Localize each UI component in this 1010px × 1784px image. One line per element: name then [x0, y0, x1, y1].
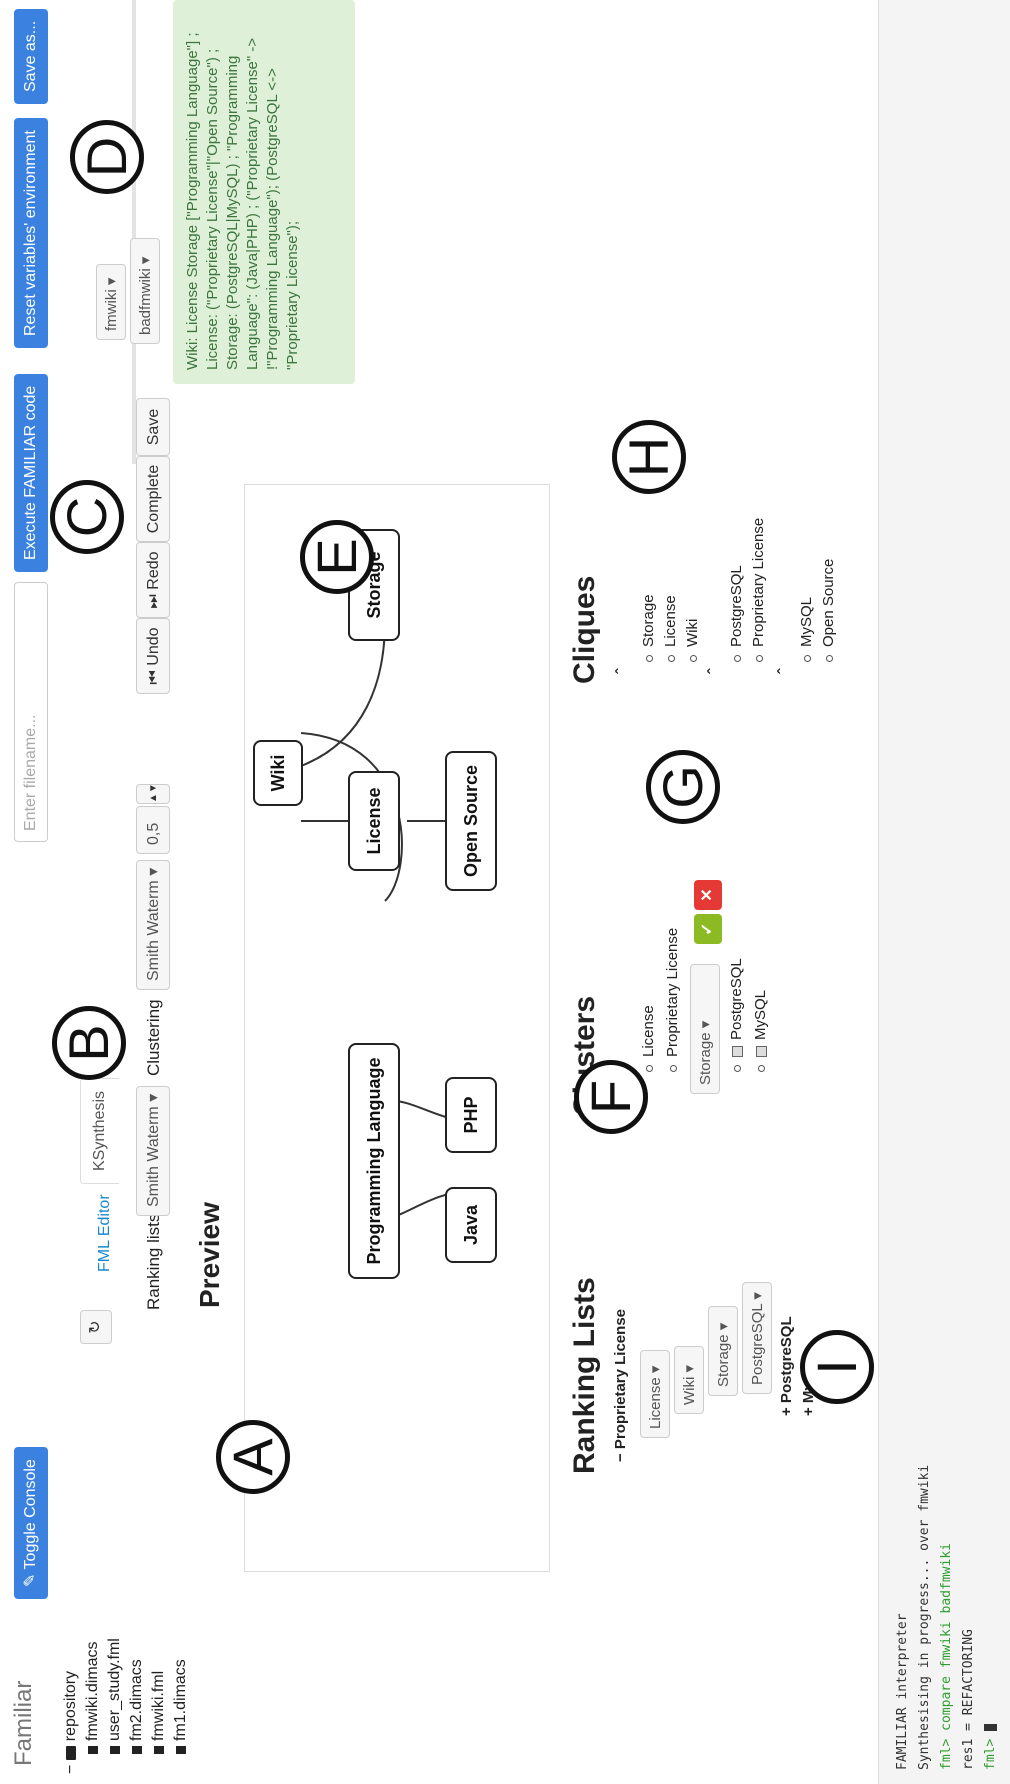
tree-file[interactable]: fmwiki.dimacs [84, 1641, 102, 1754]
app-window: Familiar ✎ Toggle Console Enter filename… [0, 0, 1010, 1784]
feature-model-info: Wiki: License Storage ["Programming Lang… [173, 0, 355, 384]
file-icon [109, 1746, 120, 1754]
threshold-input[interactable]: 0,5 [136, 806, 170, 854]
clique-item: PostgreSQL [728, 565, 745, 662]
clique-item: License [662, 595, 679, 662]
top-navbar: Familiar ✎ Toggle Console Enter filename… [0, 0, 50, 1784]
node-license[interactable]: License [348, 771, 400, 871]
annotation-a: A [216, 1420, 290, 1494]
annotation-i: I [800, 1330, 874, 1404]
refresh-icon: ↻ [87, 1320, 104, 1334]
clustering-label: Clustering [144, 999, 163, 1076]
cluster-check-mysql[interactable]: MySQL [752, 990, 769, 1072]
app-brand[interactable]: Familiar [10, 1681, 38, 1766]
toggle-console-button[interactable]: ✎ Toggle Console [14, 1447, 48, 1599]
file-icon [87, 1746, 98, 1754]
clique-item: MySQL [798, 597, 815, 662]
caret-down-icon: ▾ [145, 1093, 162, 1102]
cluster-storage-select[interactable]: Storage ▾ [690, 964, 720, 1094]
splitter-bar[interactable] [132, 0, 136, 464]
save-button[interactable]: Save [136, 398, 170, 456]
preview-canvas: Wiki Programming Language License Storag… [244, 484, 550, 1572]
variable-select-fmwiki[interactable]: fmwiki ▾ [96, 264, 126, 340]
ranking-collapsed-postgresql[interactable]: + PostgreSQL [778, 1316, 795, 1416]
feature-tree-edges [300, 620, 472, 1217]
chevron-up-icon[interactable]: ˆ [614, 669, 632, 674]
filename-input[interactable]: Enter filename... [14, 582, 48, 842]
console-line: FAMILIAR interpreter [895, 1613, 910, 1770]
clique-item: Wiki [684, 619, 701, 662]
tree-file[interactable]: user_study.fml [106, 1638, 124, 1754]
tree-file[interactable]: fm2.dimacs [128, 1659, 146, 1754]
collapse-icon[interactable]: − [62, 1765, 79, 1774]
chevron-up-icon[interactable]: ˆ [776, 669, 794, 674]
node-programming-language[interactable]: Programming Language [348, 1043, 400, 1279]
cluster-check-postgresql[interactable]: PostgreSQL [728, 958, 745, 1072]
undo-button[interactable]: ⏮ Undo [136, 618, 170, 694]
node-wiki[interactable]: Wiki [253, 740, 303, 806]
refresh-button[interactable]: ↻ [80, 1310, 112, 1344]
redo-button[interactable]: ⏭ Redo [136, 542, 170, 618]
clique-item: Open Source [820, 559, 837, 662]
annotation-e: E [300, 520, 374, 594]
cluster-item: Proprietary License [664, 928, 681, 1072]
clique-item: Proprietary License [750, 518, 767, 662]
clustering-select[interactable]: Smith Waterm ▾ [136, 860, 170, 990]
annotation-f: F [574, 1060, 648, 1134]
node-php[interactable]: PHP [445, 1077, 497, 1153]
file-icon [175, 1746, 186, 1754]
console-line: Synthesising in progress... over fmwiki [917, 1464, 932, 1770]
cliques-title: Cliques [568, 575, 601, 684]
chevron-up-icon[interactable]: ˆ [706, 669, 724, 674]
check-icon: ✓ [699, 922, 716, 936]
tree-root[interactable]: − repository [62, 1671, 80, 1774]
ranking-select[interactable]: Smith Waterm ▾ [136, 1086, 170, 1216]
annotation-h: H [612, 420, 686, 494]
redo-icon: ⏭ [145, 594, 162, 609]
cluster-item: License [640, 1005, 657, 1072]
caret-down-icon: ▾ [145, 867, 162, 876]
complete-button[interactable]: Complete [136, 456, 170, 542]
file-icon [153, 1746, 164, 1754]
checkbox-icon [755, 1046, 767, 1057]
ranking-lists-label: Ranking lists [144, 1213, 163, 1310]
confirm-button[interactable]: ✓ [694, 914, 722, 944]
save-as-button[interactable]: Save as... [14, 8, 48, 104]
close-icon: ✕ [699, 888, 716, 902]
pencil-icon: ✎ [22, 1569, 39, 1587]
execute-button[interactable]: Execute FAMILIAR code [14, 373, 48, 572]
console-prompt[interactable]: fml> [983, 1723, 998, 1770]
tab-fml-editor[interactable]: FML Editor [86, 1182, 124, 1284]
clique-item: Storage [640, 594, 657, 662]
node-open-source[interactable]: Open Source [445, 751, 497, 891]
reject-button[interactable]: ✕ [694, 880, 722, 910]
undo-icon: ⏮ [145, 670, 162, 685]
threshold-spinner[interactable]: ▲▼ [136, 783, 170, 804]
file-icon [131, 1746, 142, 1754]
ranking-header[interactable]: − Proprietary License [612, 1309, 629, 1462]
folder-icon [65, 1746, 76, 1761]
preview-title: Preview [194, 1202, 225, 1308]
console-line: res1 = REFACTORING [961, 1629, 976, 1770]
variable-select-badfmwiki[interactable]: badfmwiki ▾ [130, 238, 160, 344]
ranking-select-license[interactable]: License ▾ [640, 1350, 670, 1438]
annotation-c: C [50, 480, 124, 554]
ranking-lists-title: Ranking Lists [568, 1277, 601, 1474]
console-line: fml> compare fmwiki badfmwiki [939, 1543, 954, 1770]
tab-ksynthesis[interactable]: KSynthesis [80, 1077, 119, 1184]
ranking-select-postgresql[interactable]: PostgreSQL ▾ [742, 1282, 772, 1394]
annotation-g: G [646, 750, 720, 824]
ranking-select-storage[interactable]: Storage ▾ [708, 1306, 738, 1396]
tree-file[interactable]: fm1.dimacs [172, 1659, 190, 1754]
annotation-b: B [52, 1006, 126, 1080]
console-panel[interactable]: FAMILIAR interpreter Synthesising in pro… [878, 0, 1010, 1784]
annotation-d: D [70, 120, 144, 194]
tree-file[interactable]: fmwiki.fml [150, 1671, 168, 1754]
node-java[interactable]: Java [445, 1187, 497, 1263]
cursor-icon [984, 1723, 997, 1731]
checkbox-icon [731, 1046, 743, 1057]
ranking-select-wiki[interactable]: Wiki ▾ [674, 1346, 704, 1414]
reset-variables-button[interactable]: Reset variables' environment [14, 118, 48, 348]
